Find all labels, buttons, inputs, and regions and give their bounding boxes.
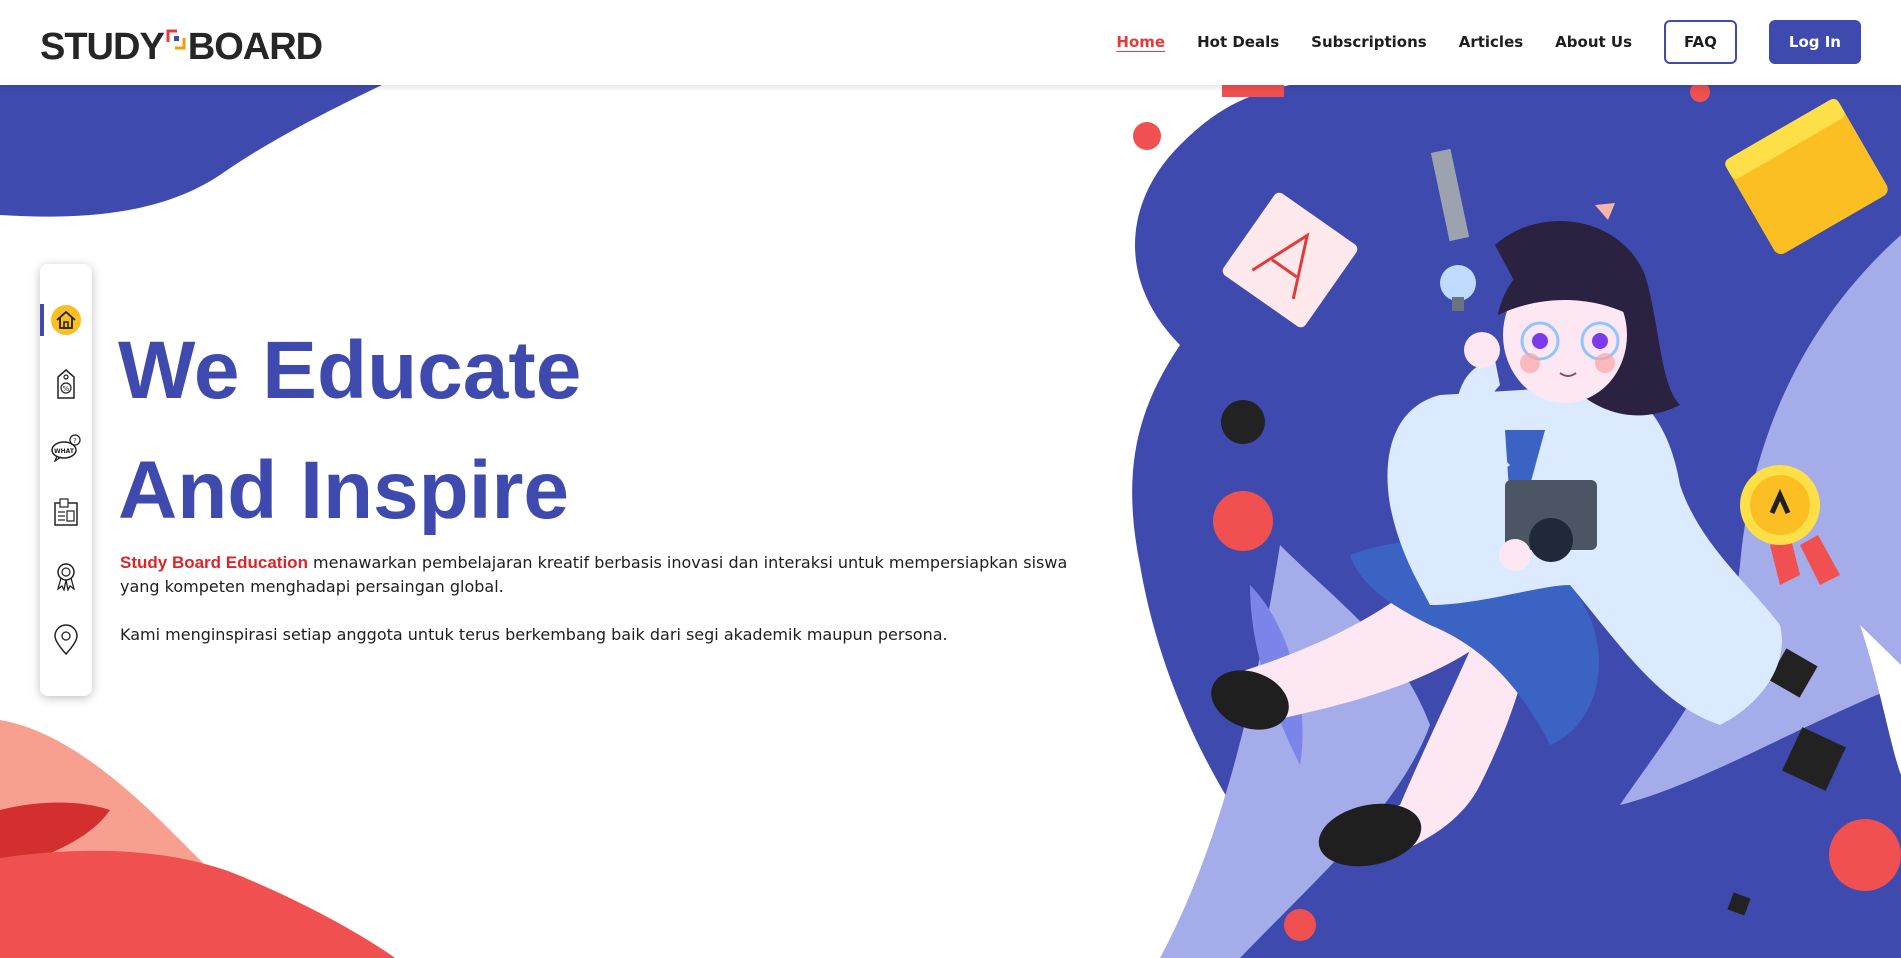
sidebar-item-hot-deals[interactable]: % xyxy=(40,364,92,404)
svg-text:?: ? xyxy=(73,437,77,445)
sidebar-item-articles[interactable] xyxy=(40,492,92,532)
logo-text-left: STUDY xyxy=(40,26,165,68)
award-ribbon-icon xyxy=(56,563,76,591)
nav-home[interactable]: Home xyxy=(1116,33,1165,51)
hero-title-line2: And Inspire xyxy=(118,445,570,536)
home-icon xyxy=(51,305,81,335)
nav-hot-deals[interactable]: Hot Deals xyxy=(1197,33,1279,51)
main-nav: Home Hot Deals Subscriptions Articles Ab… xyxy=(1084,20,1861,64)
article-newspaper-icon xyxy=(54,498,78,526)
sidebar-item-about[interactable] xyxy=(40,556,92,596)
faq-button[interactable]: FAQ xyxy=(1664,20,1737,64)
hero-illustration xyxy=(1132,85,1901,958)
study-board-logo[interactable]: STUDY BOARD xyxy=(40,20,323,68)
svg-text:WHAT: WHAT xyxy=(54,448,75,455)
hero-paragraph-1: Study Board Education menawarkan pembela… xyxy=(120,551,1110,599)
login-button[interactable]: Log In xyxy=(1768,20,1861,64)
top-navbar: STUDY BOARD Home Hot Deals Subscriptions… xyxy=(0,0,1901,85)
section-sidebar: % WHAT ? xyxy=(40,264,92,696)
logo-bracket-icon xyxy=(165,28,187,66)
brand-name: Study Board Education xyxy=(120,553,308,572)
location-pin-icon xyxy=(54,624,78,656)
sidebar-active-indicator xyxy=(40,304,44,336)
sidebar-item-home[interactable] xyxy=(40,300,92,340)
logo-text-right: BOARD xyxy=(187,26,323,68)
sidebar-item-location[interactable] xyxy=(40,620,92,660)
nav-about-us[interactable]: About Us xyxy=(1555,33,1632,51)
price-tag-icon: % xyxy=(57,369,75,399)
what-speech-bubble-icon: WHAT ? xyxy=(51,434,81,462)
hero-title-line1: We Educate xyxy=(118,325,582,416)
hero-paragraph-2: Kami menginspirasi setiap anggota untuk … xyxy=(120,625,948,644)
nav-subscriptions[interactable]: Subscriptions xyxy=(1311,33,1427,51)
nav-articles[interactable]: Articles xyxy=(1459,33,1523,51)
sidebar-item-faq[interactable]: WHAT ? xyxy=(40,428,92,468)
svg-text:%: % xyxy=(63,385,70,393)
